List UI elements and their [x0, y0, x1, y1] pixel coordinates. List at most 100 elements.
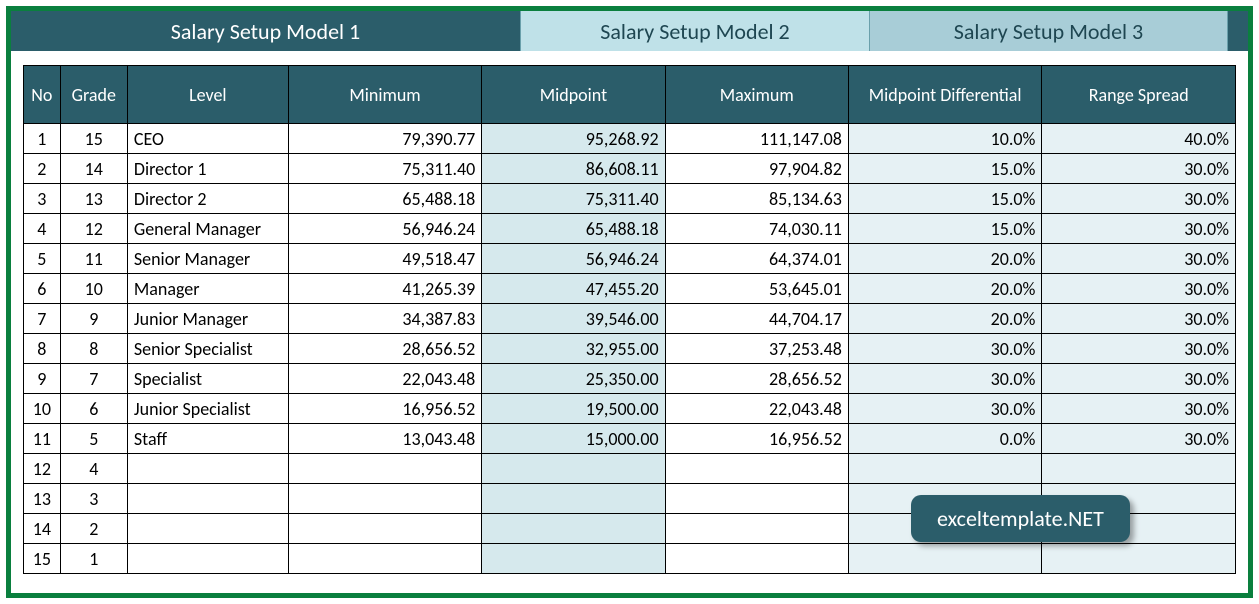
cell-maximum: [665, 514, 848, 544]
watermark-badge: exceltemplate.NET: [911, 495, 1130, 542]
tab-model-3[interactable]: Salary Setup Model 3: [870, 11, 1228, 51]
header-no: No: [24, 66, 61, 124]
cell-no: 4: [24, 214, 61, 244]
cell-grade: 12: [60, 214, 127, 244]
cell-level: [127, 544, 288, 574]
table-row[interactable]: 79Junior Manager34,387.8339,546.0044,704…: [24, 304, 1236, 334]
table-row[interactable]: 610Manager41,265.3947,455.2053,645.0120.…: [24, 274, 1236, 304]
cell-maximum: 64,374.01: [665, 244, 848, 274]
cell-range-spread: [1042, 544, 1236, 574]
cell-level: Staff: [127, 424, 288, 454]
cell-midpoint-differential: 30.0%: [848, 364, 1042, 394]
cell-no: 2: [24, 154, 61, 184]
table-row[interactable]: 214Director 175,311.4086,608.1197,904.82…: [24, 154, 1236, 184]
table-row[interactable]: 151: [24, 544, 1236, 574]
cell-range-spread: 30.0%: [1042, 244, 1236, 274]
cell-minimum: [288, 514, 482, 544]
cell-maximum: 22,043.48: [665, 394, 848, 424]
header-midpoint-differential: Midpoint Differential: [848, 66, 1042, 124]
cell-level: [127, 484, 288, 514]
table-row[interactable]: 97Specialist22,043.4825,350.0028,656.523…: [24, 364, 1236, 394]
cell-minimum: 49,518.47: [288, 244, 482, 274]
cell-midpoint-differential: [848, 454, 1042, 484]
table-row[interactable]: 115Staff13,043.4815,000.0016,956.520.0%3…: [24, 424, 1236, 454]
cell-minimum: 79,390.77: [288, 124, 482, 154]
cell-no: 3: [24, 184, 61, 214]
cell-no: 9: [24, 364, 61, 394]
cell-maximum: 37,253.48: [665, 334, 848, 364]
cell-midpoint: 75,311.40: [482, 184, 665, 214]
cell-minimum: [288, 544, 482, 574]
table-row[interactable]: 106Junior Specialist16,956.5219,500.0022…: [24, 394, 1236, 424]
header-minimum: Minimum: [288, 66, 482, 124]
cell-midpoint: [482, 514, 665, 544]
cell-midpoint: 25,350.00: [482, 364, 665, 394]
cell-minimum: 28,656.52: [288, 334, 482, 364]
cell-midpoint: [482, 484, 665, 514]
cell-level: Manager: [127, 274, 288, 304]
cell-midpoint: 39,546.00: [482, 304, 665, 334]
cell-range-spread: 30.0%: [1042, 274, 1236, 304]
cell-midpoint-differential: 15.0%: [848, 184, 1042, 214]
header-grade: Grade: [60, 66, 127, 124]
tab-model-1[interactable]: Salary Setup Model 1: [11, 11, 521, 51]
cell-minimum: 34,387.83: [288, 304, 482, 334]
cell-no: 12: [24, 454, 61, 484]
header-maximum: Maximum: [665, 66, 848, 124]
cell-range-spread: 30.0%: [1042, 364, 1236, 394]
tab-bar-end: [1228, 11, 1248, 51]
cell-minimum: 56,946.24: [288, 214, 482, 244]
cell-midpoint-differential: [848, 544, 1042, 574]
cell-grade: 7: [60, 364, 127, 394]
cell-maximum: 16,956.52: [665, 424, 848, 454]
cell-range-spread: 30.0%: [1042, 334, 1236, 364]
tab-model-2[interactable]: Salary Setup Model 2: [521, 11, 870, 51]
table-row[interactable]: 115CEO79,390.7795,268.92111,147.0810.0%4…: [24, 124, 1236, 154]
cell-midpoint-differential: 20.0%: [848, 304, 1042, 334]
cell-maximum: 53,645.01: [665, 274, 848, 304]
cell-range-spread: 30.0%: [1042, 214, 1236, 244]
cell-no: 10: [24, 394, 61, 424]
cell-midpoint: 86,608.11: [482, 154, 665, 184]
cell-minimum: 13,043.48: [288, 424, 482, 454]
cell-minimum: 22,043.48: [288, 364, 482, 394]
tab-bar: Salary Setup Model 1 Salary Setup Model …: [11, 11, 1248, 51]
cell-level: Director 2: [127, 184, 288, 214]
cell-maximum: 74,030.11: [665, 214, 848, 244]
cell-level: [127, 514, 288, 544]
cell-midpoint-differential: 30.0%: [848, 394, 1042, 424]
cell-maximum: 111,147.08: [665, 124, 848, 154]
table-row[interactable]: 313Director 265,488.1875,311.4085,134.63…: [24, 184, 1236, 214]
cell-range-spread: 30.0%: [1042, 184, 1236, 214]
cell-midpoint-differential: 20.0%: [848, 244, 1042, 274]
cell-no: 15: [24, 544, 61, 574]
table-row[interactable]: 124: [24, 454, 1236, 484]
table-row[interactable]: 412General Manager56,946.2465,488.1874,0…: [24, 214, 1236, 244]
cell-range-spread: 30.0%: [1042, 424, 1236, 454]
cell-level: Junior Specialist: [127, 394, 288, 424]
cell-no: 14: [24, 514, 61, 544]
header-range-spread: Range Spread: [1042, 66, 1236, 124]
cell-midpoint: 32,955.00: [482, 334, 665, 364]
table-row[interactable]: 511Senior Manager49,518.4756,946.2464,37…: [24, 244, 1236, 274]
cell-grade: 6: [60, 394, 127, 424]
cell-grade: 1: [60, 544, 127, 574]
cell-minimum: 65,488.18: [288, 184, 482, 214]
cell-minimum: 16,956.52: [288, 394, 482, 424]
cell-range-spread: [1042, 454, 1236, 484]
cell-midpoint: 47,455.20: [482, 274, 665, 304]
cell-range-spread: 30.0%: [1042, 154, 1236, 184]
cell-maximum: [665, 544, 848, 574]
cell-grade: 11: [60, 244, 127, 274]
cell-midpoint-differential: 20.0%: [848, 274, 1042, 304]
cell-grade: 10: [60, 274, 127, 304]
cell-no: 1: [24, 124, 61, 154]
table-row[interactable]: 88Senior Specialist28,656.5232,955.0037,…: [24, 334, 1236, 364]
cell-grade: 2: [60, 514, 127, 544]
cell-no: 7: [24, 304, 61, 334]
cell-grade: 5: [60, 424, 127, 454]
app-frame: Salary Setup Model 1 Salary Setup Model …: [6, 6, 1253, 598]
cell-midpoint-differential: 15.0%: [848, 214, 1042, 244]
cell-maximum: [665, 454, 848, 484]
cell-level: [127, 454, 288, 484]
